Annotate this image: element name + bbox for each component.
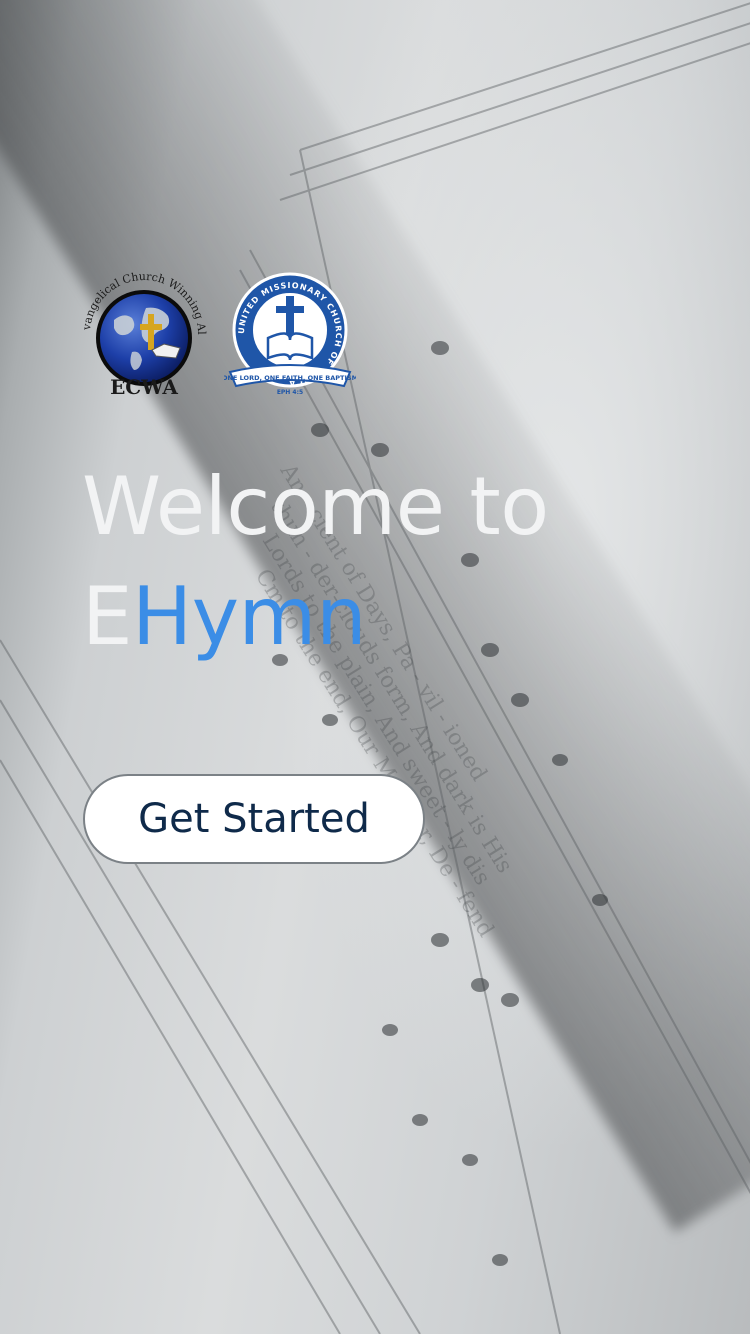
umca-logo: UNITED MISSIONARY CHURCH OF AFRICA ONE L… (222, 268, 358, 404)
svg-text:ECWA: ECWA (110, 375, 178, 399)
globe-cross-icon: Evangelical Church Winning All ECWA (76, 258, 208, 399)
church-logos: Evangelical Church Winning All ECWA UNIT… (76, 258, 358, 408)
cross-bible-icon: UNITED MISSIONARY CHURCH OF AFRICA ONE L… (222, 272, 358, 396)
app-name-highlight: Hymn (132, 570, 367, 663)
welcome-headline: Welcome to EHymn (82, 452, 549, 672)
svg-text:EPH 4:5: EPH 4:5 (277, 389, 303, 396)
ecwa-logo: Evangelical Church Winning All ECWA (76, 258, 208, 404)
get-started-button[interactable]: Get Started (83, 774, 425, 864)
app-name-prefix: E (82, 570, 133, 663)
welcome-line: Welcome to (82, 460, 549, 553)
svg-text:ONE LORD, ONE FAITH, ONE BAPTI: ONE LORD, ONE FAITH, ONE BAPTISM (224, 374, 356, 382)
